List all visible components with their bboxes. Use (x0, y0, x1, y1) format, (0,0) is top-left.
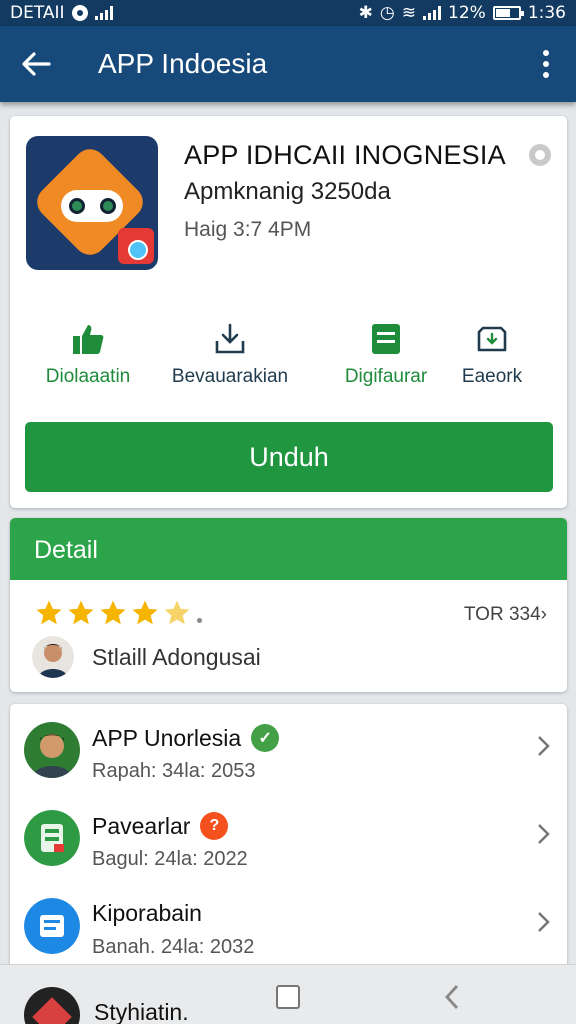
detail-header: Detail (10, 518, 567, 580)
rating-stars (34, 598, 202, 628)
chevron-right-icon (538, 824, 550, 844)
more-options-button[interactable] (530, 44, 562, 84)
list-item-subtitle: Banah. 24la: 2032 (92, 936, 255, 958)
action-row: Diolaaatin Bevauarakian Digifaurar Eaeor… (10, 322, 567, 402)
badge-icon (477, 326, 507, 352)
star-icon (36, 600, 62, 625)
unduh-button[interactable]: Unduh (25, 422, 553, 492)
reviewer-name: Stlaill Adongusai (92, 643, 261, 670)
star-icon (100, 600, 126, 625)
back-nav-icon[interactable] (442, 983, 462, 1011)
status-bar: DETAII ✱ ◷ ≋ 12% 1:36 (0, 0, 576, 26)
download-icon (215, 323, 245, 354)
app-time: Haig 3:7 4PM (184, 218, 312, 241)
alarm-icon: ◷ (379, 3, 395, 23)
action-like-button[interactable]: Diolaaatin (18, 322, 158, 388)
cell-signal-icon (423, 6, 442, 20)
status-time: 1:36 (527, 3, 566, 23)
app-logo (26, 136, 158, 270)
star-half-icon (164, 600, 190, 625)
action-download-button[interactable]: Bevauarakian (160, 322, 300, 388)
app-badge-icon (118, 228, 154, 264)
app-developer: Apmknanig 3250da (184, 178, 391, 205)
star-icon (68, 600, 94, 625)
star-icon (132, 600, 158, 625)
list-item[interactable]: Kiporabain Banah. 24la: 2032 (10, 880, 567, 968)
chevron-right-icon (538, 912, 550, 932)
avatar (24, 898, 80, 954)
app-card: APP IDHCAII INOGNESIA Apmknanig 3250da H… (10, 116, 567, 508)
app-bar: APP Indoesia (0, 26, 576, 102)
battery-percent: 12% (448, 3, 486, 23)
list-item[interactable]: Styhiatin. (24, 987, 189, 1024)
list-item-title: APP Unorlesia (92, 724, 242, 751)
bluetooth-icon: ✱ (358, 3, 373, 23)
info-icon[interactable] (529, 144, 551, 166)
avatar (32, 636, 74, 678)
chevron-right-icon (538, 736, 550, 756)
document-icon (372, 324, 400, 354)
signal-icon (94, 6, 113, 20)
list-item-title: Styhiatin. (94, 998, 189, 1024)
action-label: Eaeork (461, 366, 523, 387)
battery-icon (492, 6, 524, 20)
action-label: Diolaaatin (45, 366, 131, 387)
avatar (24, 810, 80, 866)
detail-card: Detail TOR 334› Stlaill Adongusai (10, 518, 567, 692)
avatar (24, 987, 80, 1024)
home-button[interactable] (276, 985, 300, 1009)
action-badge-button[interactable]: Eaeork (422, 322, 562, 388)
status-left-text: DETAII (10, 3, 65, 23)
list-item-title: Pavearlar (92, 812, 191, 839)
check-icon: ✓ (251, 724, 280, 752)
app-name: APP IDHCAII INOGNESIA (184, 140, 506, 170)
more-dot-icon (543, 50, 549, 56)
wifi-icon: ≋ (401, 3, 417, 23)
thumbs-up-icon (73, 325, 104, 354)
list-item[interactable]: Pavearlar ? Bagul: 24la: 2022 (10, 792, 567, 880)
page-title: APP Indoesia (98, 48, 268, 79)
system-nav-bar: Styhiatin. (0, 964, 576, 1024)
notification-icon (71, 5, 88, 21)
list-item-subtitle: Bagul: 24la: 2022 (92, 848, 248, 870)
list-item[interactable]: APP Unorlesia ✓ Rapah: 34la: 2053 (10, 704, 567, 792)
chevron-right-icon: › (540, 604, 547, 625)
rating-count[interactable]: TOR 334› (464, 604, 547, 626)
back-button[interactable] (14, 44, 58, 84)
list-item-subtitle: Rapah: 34la: 2053 (92, 760, 256, 782)
action-label: Bevauarakian (171, 366, 289, 387)
alert-icon: ? (200, 812, 229, 840)
arrow-left-icon (22, 52, 51, 76)
reviewer-row[interactable]: Stlaill Adongusai (32, 636, 261, 678)
avatar (24, 722, 80, 778)
list-item-title: Kiporabain (92, 900, 202, 926)
